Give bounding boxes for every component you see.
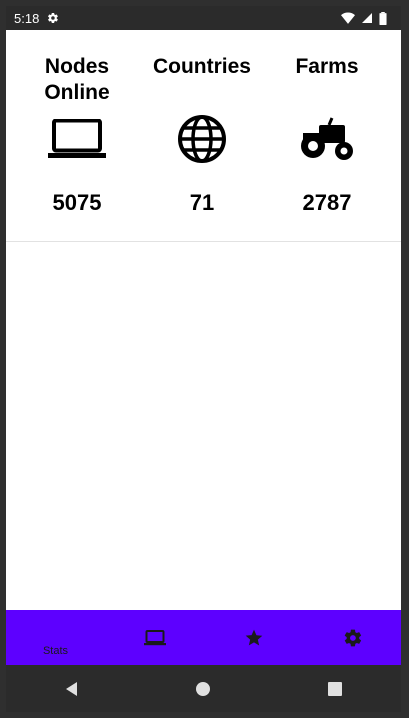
recents-icon xyxy=(328,681,343,696)
nav-item-nodes[interactable] xyxy=(105,610,204,665)
nav-item-favorites[interactable] xyxy=(204,610,303,665)
home-button[interactable] xyxy=(191,677,215,701)
system-navigation-bar xyxy=(6,665,401,712)
nav-item-stats[interactable]: Stats xyxy=(6,610,105,665)
tractor-icon xyxy=(297,112,357,166)
signal-icon xyxy=(362,13,372,23)
gear-icon xyxy=(344,629,361,646)
wifi-icon xyxy=(341,12,355,24)
status-time: 5:18 xyxy=(14,10,40,26)
bottom-navigation: Stats xyxy=(6,610,401,665)
home-icon xyxy=(196,681,211,696)
stat-value: 71 xyxy=(189,190,215,215)
globe-icon xyxy=(172,112,232,166)
laptop-icon xyxy=(143,629,166,645)
stat-title: Farms xyxy=(295,55,359,78)
phone-screen: 5:18 Nodes Online 5075 Countries 71 Farm… xyxy=(6,6,401,712)
stats-panel: Nodes Online 5075 Countries 71 Farms 278… xyxy=(6,30,401,242)
status-bar: 5:18 xyxy=(6,6,401,30)
stat-value: 5075 xyxy=(52,190,102,215)
laptop-icon xyxy=(47,112,107,166)
stat-title: Countries xyxy=(152,55,251,78)
stat-title: Nodes Online xyxy=(44,55,110,104)
nav-item-label: Stats xyxy=(42,645,69,657)
recents-button[interactable] xyxy=(323,677,347,701)
back-icon xyxy=(65,681,77,696)
star-icon xyxy=(245,629,262,645)
settings-icon xyxy=(48,12,59,24)
nav-item-settings[interactable] xyxy=(303,610,401,665)
battery-icon xyxy=(379,11,387,25)
back-button[interactable] xyxy=(60,677,84,701)
stat-value: 2787 xyxy=(302,190,352,215)
